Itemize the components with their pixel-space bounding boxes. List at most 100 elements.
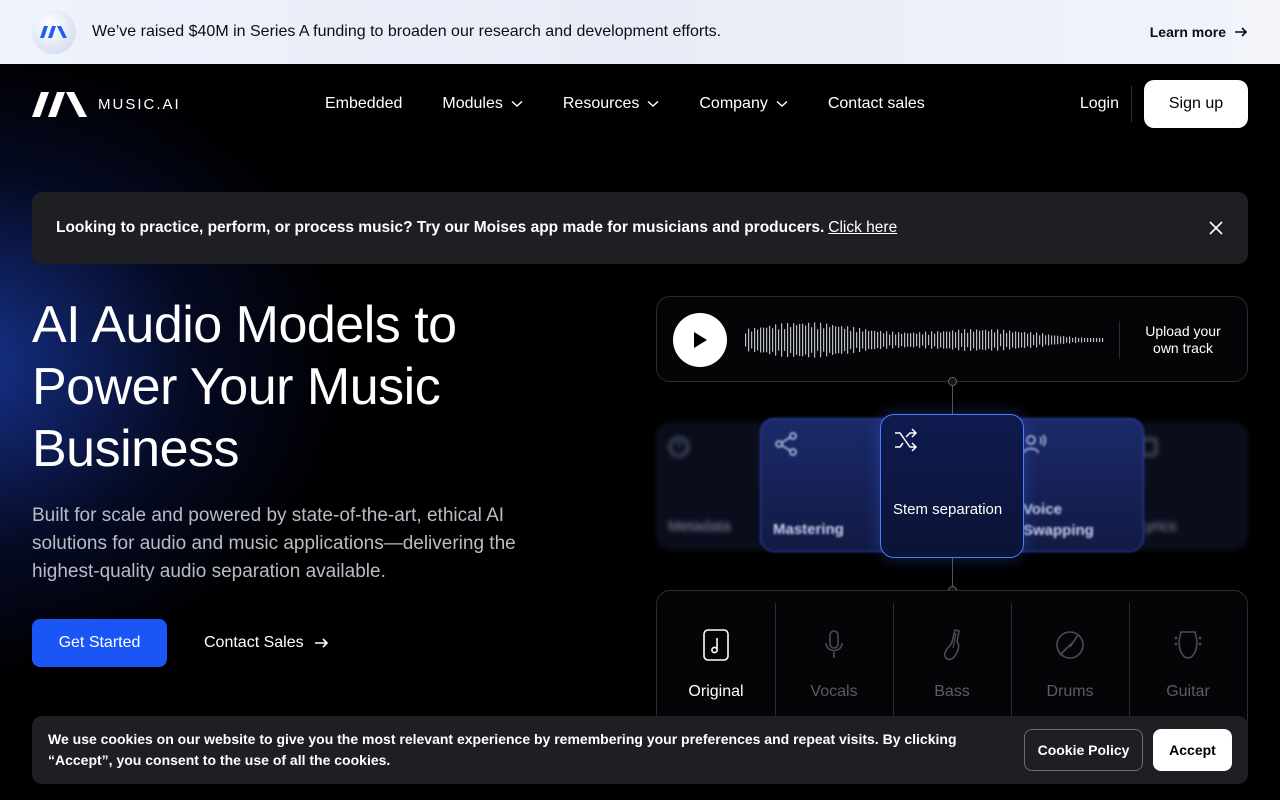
waveform-bar xyxy=(880,331,882,349)
module-card-stem-separation[interactable]: Stem separation xyxy=(880,414,1024,558)
waveform-bar xyxy=(997,329,999,351)
waveform-bar xyxy=(757,329,759,351)
get-started-button[interactable]: Get Started xyxy=(32,619,167,667)
stem-label: Original xyxy=(688,683,744,700)
waveform-bar xyxy=(1057,335,1059,345)
voice-icon xyxy=(1023,434,1046,454)
nav-item-modules[interactable]: Modules xyxy=(442,95,523,113)
waveform-bar xyxy=(817,329,819,351)
nav-item-company[interactable]: Company xyxy=(699,95,788,113)
nav-links: Embedded Modules Resources Company Conta… xyxy=(325,64,965,144)
waveform-bar xyxy=(1087,338,1089,342)
waveform-bar xyxy=(832,325,834,355)
stem-label: Bass xyxy=(934,683,970,700)
stem-original[interactable]: Original xyxy=(657,603,775,731)
chevron-down-icon xyxy=(647,100,659,108)
module-label: Stem separation xyxy=(893,501,1003,518)
waveform-bar xyxy=(751,331,753,349)
main-nav: MUSIC.AI Embedded Modules Resources Comp… xyxy=(0,64,1280,144)
stem-guitar[interactable]: Guitar xyxy=(1129,603,1247,731)
announcement-bar: We’ve raised $40M in Series A funding to… xyxy=(0,0,1280,64)
close-icon xyxy=(1209,221,1223,235)
waveform-bar xyxy=(1012,332,1014,348)
waveform-bar xyxy=(763,327,765,353)
accept-cookies-button[interactable]: Accept xyxy=(1153,729,1232,771)
waveform-bar xyxy=(925,331,927,349)
waveform-bar xyxy=(1000,333,1002,347)
waveform-bar xyxy=(847,326,849,354)
waveform-bar xyxy=(745,333,747,347)
waveform-bar xyxy=(910,333,912,347)
banner-close-button[interactable] xyxy=(1208,220,1224,236)
stem-vocals[interactable]: Vocals xyxy=(775,603,893,731)
contact-sales-button[interactable]: Contact Sales xyxy=(204,619,329,667)
waveform-bar xyxy=(760,327,762,353)
waveform-bar xyxy=(829,327,831,353)
microphone-icon xyxy=(825,630,843,658)
waveform-bar xyxy=(955,332,957,348)
waveform-bar xyxy=(877,332,879,348)
share-icon xyxy=(775,432,797,456)
chevron-down-icon xyxy=(511,100,523,108)
logo[interactable]: MUSIC.AI xyxy=(32,90,181,118)
waveform-bar xyxy=(883,333,885,347)
chevron-down-icon xyxy=(776,100,788,108)
play-button[interactable] xyxy=(673,313,727,367)
brand-badge-icon xyxy=(32,10,76,54)
login-link[interactable]: Login xyxy=(1080,95,1119,113)
waveform-bar xyxy=(799,324,801,356)
waveform-bar xyxy=(805,325,807,355)
waveform-bar xyxy=(1048,334,1050,346)
stem-bass[interactable]: Bass xyxy=(893,603,1011,731)
nav-auth: Login Sign up xyxy=(1080,80,1248,128)
signup-button[interactable]: Sign up xyxy=(1144,80,1248,128)
stem-label: Drums xyxy=(1046,683,1094,700)
waveform-bar xyxy=(958,329,960,351)
waveform-bar xyxy=(928,334,930,346)
stem-drums[interactable]: Drums xyxy=(1011,603,1129,731)
waveform-bar xyxy=(976,329,978,351)
upload-track-button[interactable]: Upload your own track xyxy=(1131,323,1235,357)
waveform-bar xyxy=(964,329,966,351)
cookie-policy-button[interactable]: Cookie Policy xyxy=(1024,729,1143,771)
waveform-bar xyxy=(1084,338,1086,342)
waveform-bar xyxy=(772,328,774,352)
waveform-bar xyxy=(1063,336,1065,344)
metadata-icon xyxy=(669,437,689,457)
waveform-bar xyxy=(868,331,870,349)
waveform-bar xyxy=(898,332,900,348)
waveform-bar xyxy=(979,330,981,350)
waveform-bar xyxy=(961,333,963,347)
nav-item-resources[interactable]: Resources xyxy=(563,95,659,113)
waveform-bar xyxy=(802,323,804,357)
waveform-bar xyxy=(778,329,780,351)
module-label: Mastering xyxy=(773,521,844,538)
waveform-bar xyxy=(841,326,843,354)
waveform-bar xyxy=(808,322,810,358)
waveform-bar xyxy=(991,329,993,351)
learn-more-link[interactable]: Learn more xyxy=(1150,24,1248,40)
waveform-bar xyxy=(1042,333,1044,347)
waveform-bar xyxy=(913,332,915,348)
waveform-bar xyxy=(1024,331,1026,349)
banner-click-here-link[interactable]: Click here xyxy=(828,219,897,237)
drum-icon xyxy=(1056,631,1084,659)
waveform-bar xyxy=(967,332,969,348)
waveform-bar xyxy=(754,327,756,353)
waveform-bar xyxy=(982,330,984,350)
logo-text: MUSIC.AI xyxy=(98,95,181,113)
waveform-bar xyxy=(1090,338,1092,342)
hero-subtitle: Built for scale and powered by state-of-… xyxy=(32,505,516,582)
nav-item-embedded[interactable]: Embedded xyxy=(325,95,402,113)
learn-more-label: Learn more xyxy=(1149,24,1226,40)
stem-label: Guitar xyxy=(1166,683,1210,700)
waveform-bar xyxy=(931,331,933,349)
waveform-bar xyxy=(1072,337,1074,343)
nav-item-contact-sales[interactable]: Contact sales xyxy=(828,95,925,113)
waveform-bar xyxy=(1003,329,1005,351)
waveform-bar xyxy=(1021,332,1023,348)
moises-app-banner: Looking to practice, perform, or process… xyxy=(32,192,1248,264)
shuffle-icon xyxy=(895,428,918,452)
waveform-bar xyxy=(1015,331,1017,349)
waveform-bar xyxy=(853,326,855,354)
